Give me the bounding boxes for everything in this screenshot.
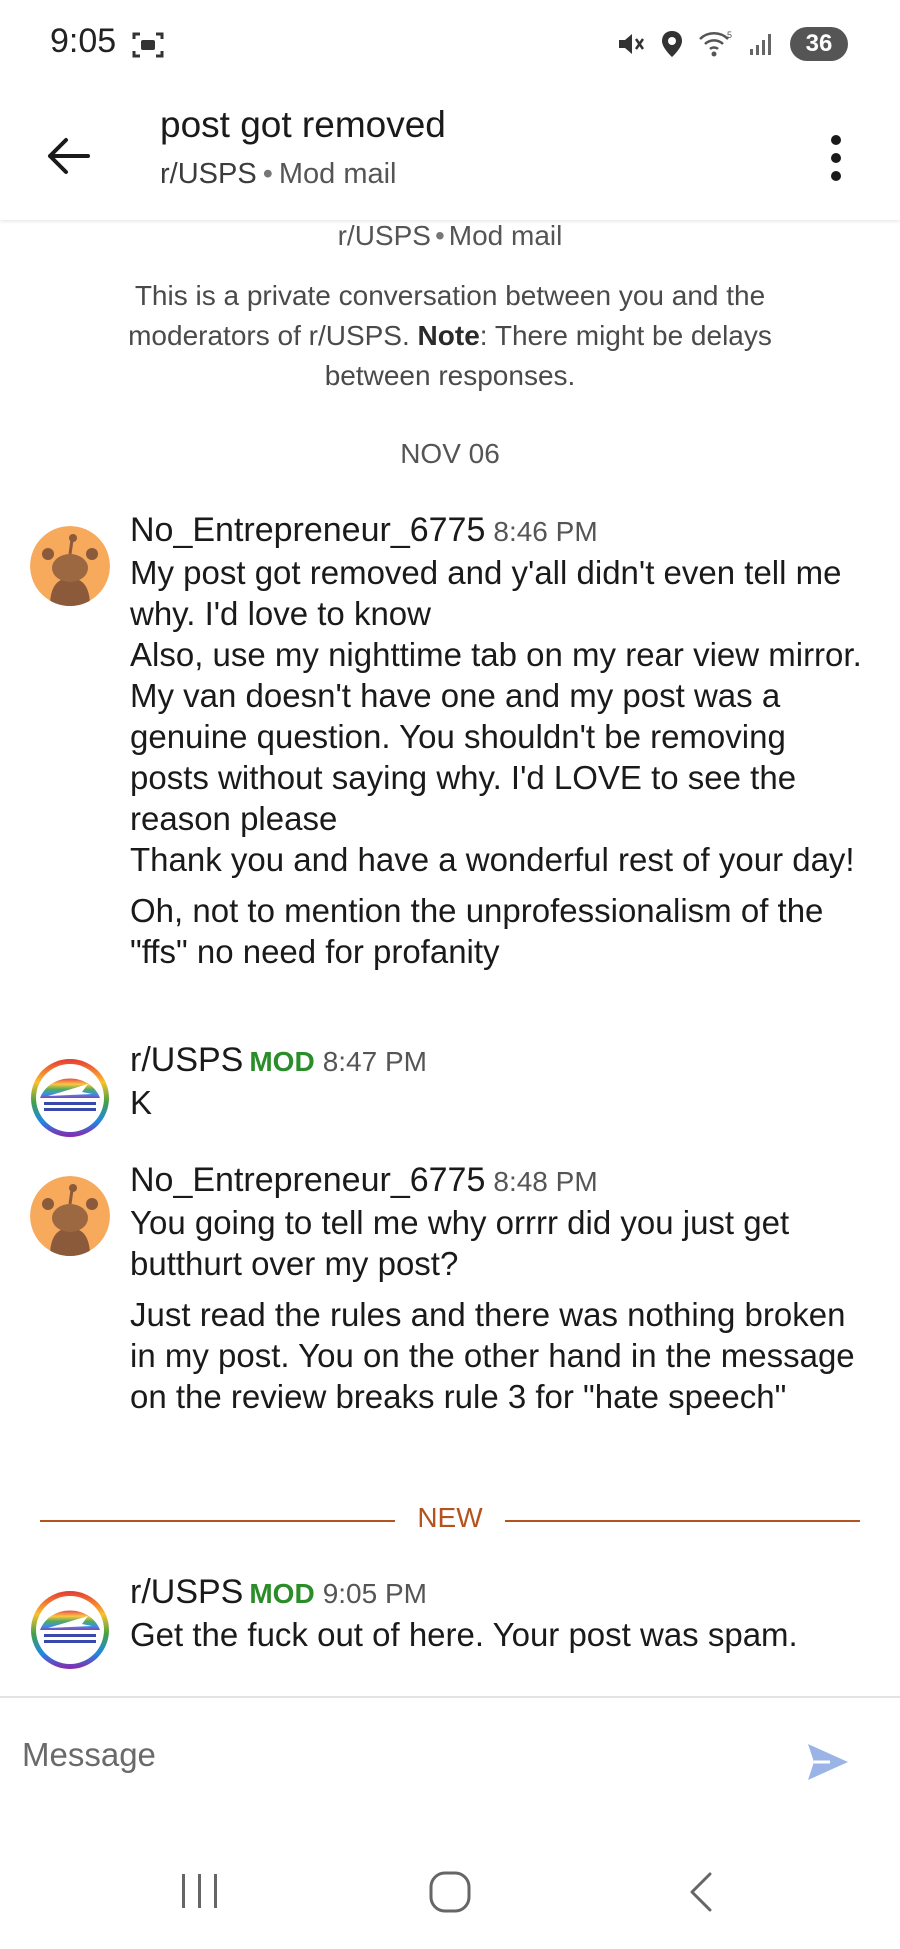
header-section: Mod mail — [278, 158, 397, 190]
message-body: r/USPS MOD 8:47 PM K — [130, 1040, 870, 1123]
mute-icon — [619, 34, 645, 54]
screenshot-icon — [132, 32, 164, 58]
mod-badge: MOD — [249, 1046, 315, 1077]
intro-separator: • — [434, 220, 445, 251]
message-text: My post got removed and y'all didn't eve… — [130, 552, 870, 972]
new-separator-line-right — [505, 1520, 860, 1522]
message-input[interactable]: Message — [22, 1736, 156, 1774]
svg-text:5: 5 — [727, 30, 732, 40]
message-line: You going to tell me why orrrr did you j… — [130, 1204, 790, 1282]
message-composer: Message — [0, 1696, 900, 1836]
more-vertical-icon[interactable] — [816, 128, 856, 188]
message-header: r/USPS MOD 8:47 PM — [130, 1040, 870, 1082]
new-messages-separator: NEW — [40, 1500, 860, 1540]
status-time: 9:05 — [50, 22, 117, 60]
message-line: K — [130, 1084, 153, 1121]
message-line: Just read the rules and there was nothin… — [130, 1296, 855, 1415]
location-icon — [662, 31, 682, 57]
arrow-left-icon[interactable] — [40, 128, 96, 184]
conversation-title: post got removed — [160, 104, 446, 145]
conversation-subtitle: r/USPS • Mod mail — [160, 158, 397, 191]
message-author[interactable]: No_Entrepreneur_6775 — [130, 1161, 485, 1199]
message-time: 8:48 PM — [493, 1166, 598, 1197]
message-body: No_Entrepreneur_6775 8:46 PM My post got … — [130, 510, 870, 972]
message-line: Get the fuck out of here. Your post was … — [130, 1616, 798, 1653]
send-icon[interactable] — [804, 1738, 852, 1786]
message-time: 9:05 PM — [322, 1578, 427, 1609]
new-separator-label: NEW — [417, 1502, 483, 1533]
status-icons: 5 36 — [616, 26, 848, 62]
message-body: r/USPS MOD 9:05 PM Get the fuck out of her… — [130, 1572, 870, 1655]
message-text: K — [130, 1082, 870, 1123]
intro-subtitle: r/USPS • Mod mail — [0, 220, 900, 252]
intro-description: This is a private conversation between y… — [100, 276, 800, 396]
home-icon[interactable] — [428, 1870, 472, 1914]
message-author[interactable]: No_Entrepreneur_6775 — [130, 511, 485, 549]
header-separator: • — [262, 158, 273, 190]
wifi-icon: 5 — [699, 30, 732, 57]
message-author[interactable]: r/USPS — [130, 1573, 243, 1611]
battery-indicator: 36 — [790, 27, 848, 61]
back-icon[interactable] — [684, 1870, 718, 1914]
message-header: r/USPS MOD 9:05 PM — [130, 1572, 870, 1614]
signal-icon — [750, 34, 771, 55]
snoo-avatar-icon[interactable] — [30, 526, 110, 606]
message-header: No_Entrepreneur_6775 8:48 PM — [130, 1160, 870, 1202]
usps-logo-icon[interactable] — [30, 1590, 110, 1670]
message-line: Also, use my nighttime tab on my rear vi… — [130, 636, 862, 837]
system-nav-bar — [0, 1834, 900, 1949]
message-line: Thank you and have a wonderful rest of y… — [130, 841, 855, 878]
message-text: You going to tell me why orrrr did you j… — [130, 1202, 870, 1417]
conversation-header: post got removed r/USPS • Mod mail — [0, 90, 900, 220]
message-text: Get the fuck out of here. Your post was … — [130, 1614, 870, 1655]
snoo-avatar-icon[interactable] — [30, 1176, 110, 1256]
message-body: No_Entrepreneur_6775 8:48 PM You going to… — [130, 1160, 870, 1417]
intro-note-label: Note — [417, 320, 480, 351]
mod-badge: MOD — [249, 1578, 315, 1609]
message-author[interactable]: r/USPS — [130, 1041, 243, 1079]
intro-section: Mod mail — [448, 220, 563, 251]
date-separator: NOV 06 — [400, 438, 500, 469]
message-time: 8:47 PM — [322, 1046, 427, 1077]
intro-subreddit: r/USPS — [337, 220, 431, 251]
recent-apps-icon[interactable] — [178, 1870, 222, 1912]
message-line: Oh, not to mention the unprofessionalism… — [130, 892, 824, 970]
header-subreddit[interactable]: r/USPS — [160, 158, 257, 190]
message-line: My post got removed and y'all didn't eve… — [130, 554, 842, 632]
status-bar: 9:05 5 36 — [0, 0, 900, 90]
usps-logo-icon[interactable] — [30, 1058, 110, 1138]
message-time: 8:46 PM — [493, 516, 598, 547]
message-header: No_Entrepreneur_6775 8:46 PM — [130, 510, 870, 552]
